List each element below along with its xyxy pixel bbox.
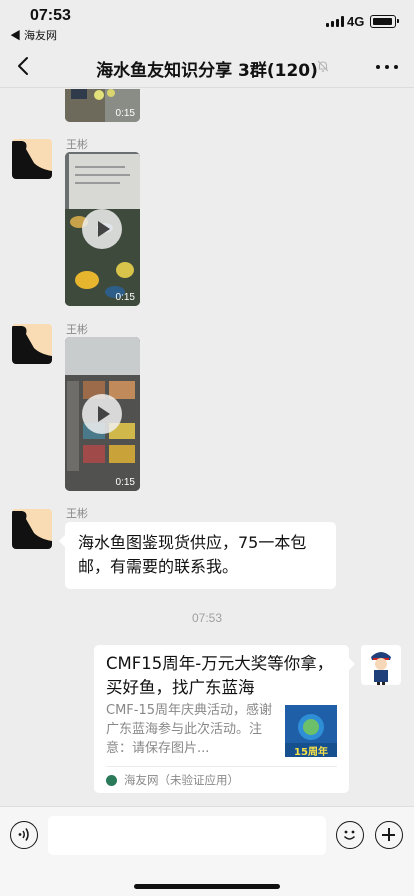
battery-icon — [370, 15, 399, 28]
ellipsis-icon[interactable] — [374, 54, 400, 78]
status-time: 07:53 — [30, 7, 71, 24]
avatar[interactable] — [12, 509, 52, 549]
sender-name: 王彬 — [66, 138, 88, 151]
chat-header: 海水鱼友知识分享 3群(120) — [0, 46, 414, 88]
play-icon[interactable] — [82, 209, 122, 249]
signal-icon — [326, 16, 344, 27]
avatar[interactable] — [12, 324, 52, 364]
link-card-message[interactable]: CMF15周年-万元大奖等你拿，买好鱼，找广东蓝海 CMF-15周年庆典活动，感… — [94, 645, 355, 793]
input-bar — [0, 806, 414, 896]
avatar-image — [361, 645, 401, 685]
chat-history[interactable]: 0:15 王彬 0:15 王彬 0:15 王彬 海水鱼图鉴现货供应，75一本包邮… — [0, 89, 414, 806]
home-indicator — [134, 884, 280, 889]
chat-title: 海水鱼友知识分享 3群(120) — [96, 61, 318, 81]
sender-name: 王彬 — [66, 507, 88, 520]
video-message[interactable]: 0:15 — [65, 89, 140, 122]
video-duration: 0:15 — [115, 292, 135, 303]
link-card-thumb-text: 15周年 — [294, 747, 328, 757]
video-duration: 0:15 — [115, 477, 135, 488]
voice-icon[interactable] — [10, 821, 38, 849]
bell-slash-icon — [317, 60, 329, 72]
plus-icon[interactable] — [375, 821, 403, 849]
link-card-thumbnail: 15周年 — [285, 705, 337, 757]
emoji-glyph — [343, 830, 356, 840]
avatar-image — [12, 139, 52, 179]
status-bar: 07:53 ◀ 海友网 4G — [0, 0, 414, 46]
avatar-image — [12, 509, 52, 549]
avatar[interactable] — [361, 645, 401, 685]
network-type: 4G — [347, 14, 365, 29]
avatar[interactable] — [12, 139, 52, 179]
divider — [106, 766, 337, 767]
time-separator: 07:53 — [191, 611, 223, 625]
link-card-title: CMF15周年-万元大奖等你拿，买好鱼，找广东蓝海 — [106, 654, 334, 697]
emoji-icon[interactable] — [336, 821, 364, 849]
sender-name: 王彬 — [66, 323, 88, 336]
app-source-icon — [106, 775, 117, 786]
link-card-description: CMF-15周年庆典活动，感谢广东蓝海参与此次活动。注意：请保存图片... — [106, 703, 273, 756]
back-to-app-link[interactable]: ◀ 海友网 — [10, 27, 57, 43]
play-icon[interactable] — [82, 394, 122, 434]
video-duration: 0:15 — [115, 108, 135, 119]
video-message[interactable]: 0:15 — [65, 152, 140, 306]
avatar-image — [12, 324, 52, 364]
text-message[interactable]: 海水鱼图鉴现货供应，75一本包邮，有需要的联系我。 — [59, 522, 336, 589]
video-message[interactable]: 0:15 — [65, 337, 140, 491]
voice-glyph — [18, 828, 29, 841]
message-input[interactable] — [48, 816, 326, 855]
link-card-source: 海友网（未验证应用） — [124, 773, 239, 787]
